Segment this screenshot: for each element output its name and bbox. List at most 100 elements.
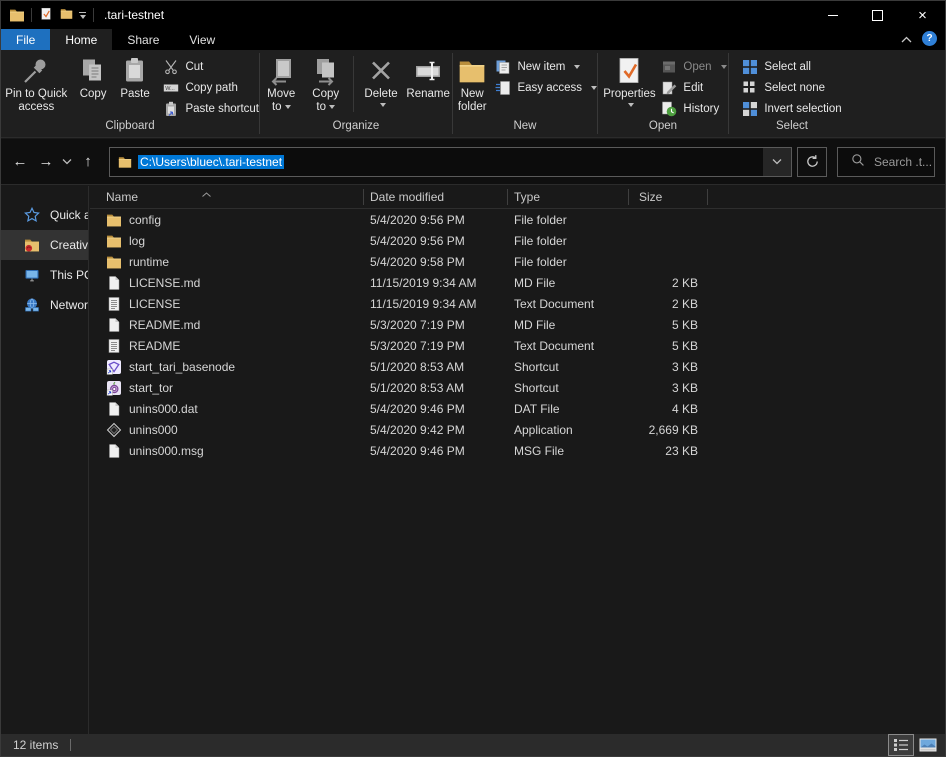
qat-customize-button[interactable] <box>79 12 86 19</box>
paste-icon <box>120 54 150 88</box>
file-list: config5/4/2020 9:56 PMFile folder log 5/4/… <box>90 209 945 461</box>
file-type: MSG File <box>508 444 629 458</box>
close-button[interactable]: × <box>900 1 945 29</box>
file-size: 2 KB <box>629 297 708 311</box>
properties-icon <box>39 7 53 24</box>
file-type: Text Document <box>508 339 629 353</box>
file-name: log <box>129 234 145 248</box>
navigation-bar: ← → ↑ C:\Users\bluec\.tari-testnet <box>1 139 945 185</box>
file-date-modified: 5/3/2020 7:19 PM <box>364 339 508 353</box>
open-icon <box>661 59 677 75</box>
sidebar-item-this-pc[interactable]: This PC <box>1 260 88 290</box>
file-row[interactable]: README5/3/2020 7:19 PMText Document5 KB <box>90 335 945 356</box>
file-type: File folder <box>508 255 629 269</box>
up-button[interactable]: ↑ <box>75 149 101 175</box>
forward-button[interactable]: → <box>33 149 59 175</box>
move-to-button[interactable]: Move to <box>260 53 302 115</box>
file-row[interactable]: LICENSE11/15/2019 9:34 AMText Document2 … <box>90 293 945 314</box>
copy-path-button[interactable]: W... Copy path <box>163 78 259 98</box>
file-date-modified: 5/4/2020 9:46 PM <box>364 402 508 416</box>
column-header-type[interactable]: Type <box>508 186 629 208</box>
collapse-ribbon-button[interactable] <box>901 32 912 46</box>
address-bar[interactable]: C:\Users\bluec\.tari-testnet <box>109 147 792 177</box>
select-none-button[interactable]: Select none <box>742 78 841 98</box>
new-folder-icon <box>60 7 73 23</box>
properties-button[interactable]: Properties <box>599 53 659 108</box>
paste-button[interactable]: Paste <box>115 53 156 102</box>
file-row[interactable]: log5/4/2020 9:56 PMFile folder <box>90 230 945 251</box>
file-name: README.md <box>129 318 200 332</box>
pin-to-quick-access-button[interactable]: Pin to Quick access <box>1 53 72 115</box>
recent-locations-button[interactable] <box>59 149 75 175</box>
qat-new-folder-button[interactable] <box>56 5 76 25</box>
file-row[interactable]: unins0005/4/2020 9:42 PMApplication2,669… <box>90 419 945 440</box>
details-view-button[interactable] <box>889 735 913 755</box>
file-date-modified: 5/4/2020 9:56 PM <box>364 234 508 248</box>
file-date-modified: 5/3/2020 7:19 PM <box>364 318 508 332</box>
address-dropdown-button[interactable] <box>763 148 791 176</box>
rename-button[interactable]: Rename <box>404 53 452 102</box>
file-size: 4 KB <box>629 402 708 416</box>
file-type: MD File <box>508 318 629 332</box>
explorer-app-icon <box>7 5 27 25</box>
help-button[interactable]: ? <box>922 31 937 46</box>
sidebar-item-network[interactable]: Network <box>1 290 88 320</box>
back-button[interactable]: ← <box>7 149 33 175</box>
copy-to-icon <box>311 54 341 88</box>
column-header-name[interactable]: Name <box>90 186 364 208</box>
file-row[interactable]: config5/4/2020 9:56 PMFile folder <box>90 209 945 230</box>
minimize-button[interactable] <box>810 1 855 29</box>
maximize-button[interactable] <box>855 1 900 29</box>
tab-share[interactable]: Share <box>112 29 174 50</box>
group-label-select: Select <box>729 120 855 137</box>
file-type: DAT File <box>508 402 629 416</box>
file-row[interactable]: LICENSE.md11/15/2019 9:34 AMMD File2 KB <box>90 272 945 293</box>
folder-icon <box>106 212 122 228</box>
titlebar[interactable]: .tari-testnet × <box>1 1 945 29</box>
file-date-modified: 5/1/2020 8:53 AM <box>364 381 508 395</box>
sidebar-item-quick-access[interactable]: Quick ac <box>1 200 88 230</box>
select-all-button[interactable]: Select all <box>742 57 841 77</box>
cut-icon <box>163 59 179 75</box>
history-button[interactable]: History <box>661 99 726 119</box>
column-header-size[interactable]: Size <box>629 186 708 208</box>
tab-home[interactable]: Home <box>50 29 112 50</box>
paste-shortcut-button[interactable]: Paste shortcut <box>163 99 259 119</box>
copy-button[interactable]: Copy <box>74 53 113 102</box>
content-area: Quick ac Creative This PCNetwork NameDate … <box>1 186 945 734</box>
invert-selection-button[interactable]: Invert selection <box>742 99 841 119</box>
tab-file[interactable]: File <box>1 29 50 50</box>
search-input[interactable] <box>874 155 932 169</box>
qat-properties-button[interactable] <box>36 5 56 25</box>
refresh-button[interactable] <box>797 147 827 177</box>
edit-button[interactable]: Edit <box>661 78 726 98</box>
page-icon <box>106 443 122 459</box>
delete-button[interactable]: Delete <box>360 53 402 108</box>
new-item-button[interactable]: New item <box>495 57 597 77</box>
file-row[interactable]: README.md5/3/2020 7:19 PMMD File5 KB <box>90 314 945 335</box>
file-row[interactable]: start_tari_basenode5/1/2020 8:53 AMShort… <box>90 356 945 377</box>
file-row[interactable]: unins000.msg5/4/2020 9:46 PMMSG File23 K… <box>90 440 945 461</box>
sidebar-item-creative-cloud[interactable]: Creative <box>1 230 88 260</box>
file-row[interactable]: start_tor5/1/2020 8:53 AMShortcut3 KB <box>90 377 945 398</box>
file-name: unins000 <box>129 423 178 437</box>
thumbnails-view-button[interactable] <box>916 735 940 755</box>
file-date-modified: 5/4/2020 9:42 PM <box>364 423 508 437</box>
cut-button[interactable]: Cut <box>163 57 259 77</box>
tab-view[interactable]: View <box>174 29 230 50</box>
file-type: MD File <box>508 276 629 290</box>
chevron-down-icon <box>80 15 86 19</box>
easy-access-button[interactable]: Easy access <box>495 78 597 98</box>
ccfolder-icon <box>24 237 40 253</box>
explorer-window: .tari-testnet × File Home Share View ? P… <box>0 0 946 757</box>
file-row[interactable]: runtime5/4/2020 9:58 PMFile folder <box>90 251 945 272</box>
sidebar-item-label: Creative <box>50 238 88 252</box>
file-row[interactable]: unins000.dat5/4/2020 9:46 PMDAT File4 KB <box>90 398 945 419</box>
file-date-modified: 5/4/2020 9:46 PM <box>364 444 508 458</box>
column-header-date[interactable]: Date modified <box>364 186 508 208</box>
new-folder-button[interactable]: New folder <box>453 53 491 115</box>
search-box[interactable] <box>837 147 935 177</box>
select-all-icon <box>742 59 758 75</box>
copy-to-button[interactable]: Copy to <box>304 53 346 115</box>
file-name: LICENSE.md <box>129 276 200 290</box>
